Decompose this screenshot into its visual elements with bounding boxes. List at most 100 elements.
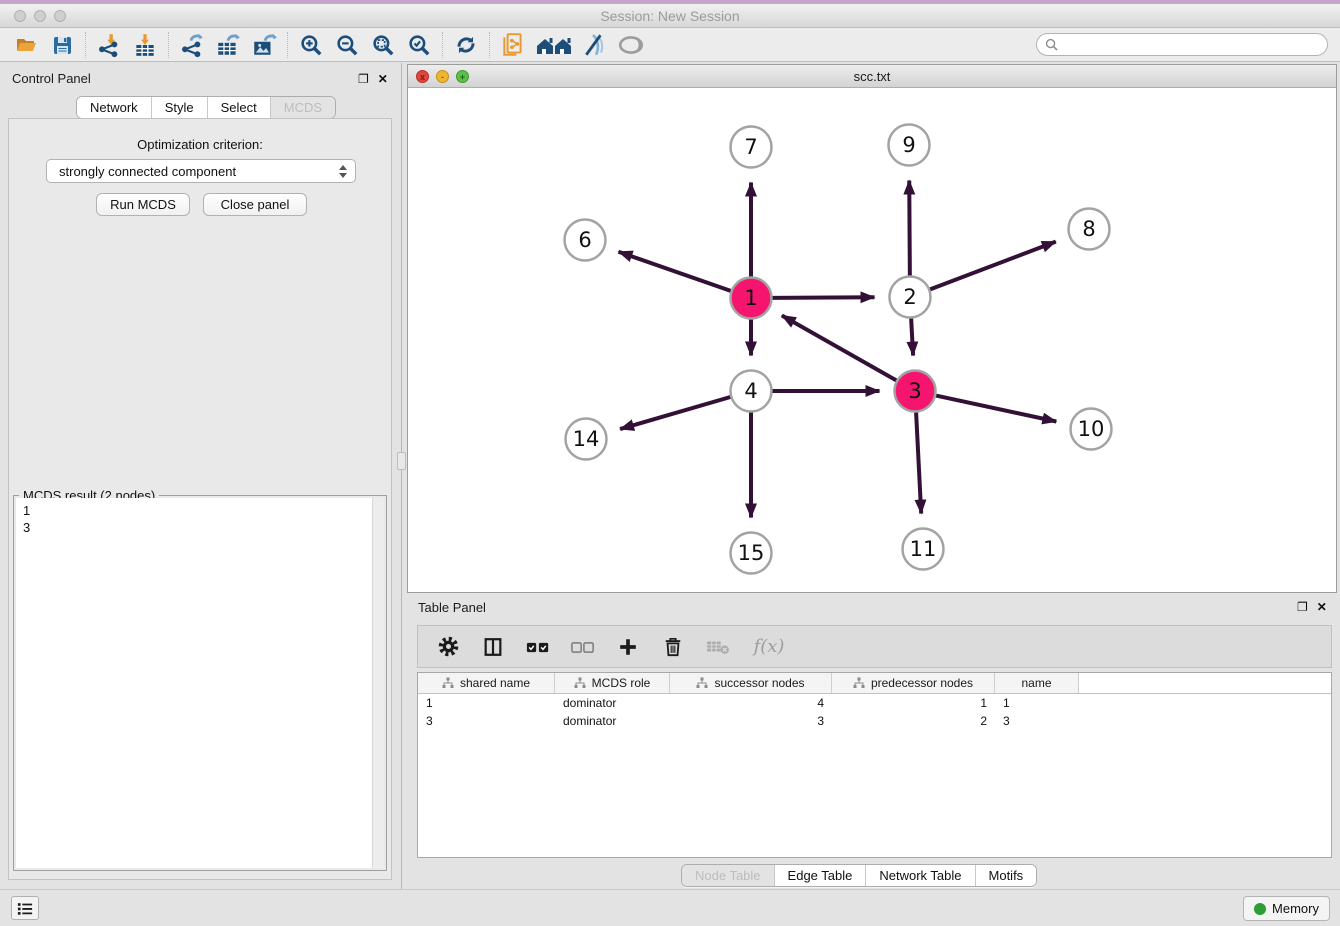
panel-divider[interactable] — [401, 63, 402, 889]
column-header-predecessor-nodes[interactable]: predecessor nodes — [832, 673, 995, 693]
table-panel-controls: ❐ ✕ — [1297, 601, 1327, 613]
graph-node-label: 9 — [902, 133, 915, 157]
zoom-in-icon[interactable] — [293, 30, 329, 60]
close-network-icon[interactable]: x — [416, 70, 429, 83]
delete-columns-icon[interactable] — [660, 634, 686, 660]
table-row[interactable]: 1dominator411 — [418, 696, 1331, 712]
table-row[interactable]: 3dominator323 — [418, 714, 1331, 730]
graph-edge-2-8[interactable] — [930, 242, 1056, 290]
column-label: MCDS role — [592, 676, 651, 690]
column-label: name — [1021, 676, 1051, 690]
panel-divider-handle[interactable] — [397, 452, 406, 470]
column-header-MCDS-role[interactable]: MCDS role — [555, 673, 670, 693]
apply-layout-icon[interactable] — [448, 30, 484, 60]
table-cell: 2 — [832, 714, 995, 730]
create-column-icon[interactable] — [615, 634, 641, 660]
network-window-titlebar[interactable]: x - + scc.txt — [408, 65, 1336, 88]
graph-edge-3-11[interactable] — [916, 412, 921, 513]
delete-table-icon[interactable] — [705, 634, 731, 660]
float-table-panel-icon[interactable]: ❐ — [1297, 601, 1308, 613]
column-label: predecessor nodes — [871, 676, 973, 690]
import-network-icon[interactable] — [91, 30, 127, 60]
minimize-network-icon[interactable]: - — [436, 70, 449, 83]
column-type-icon — [574, 677, 586, 689]
toolbar-separator — [168, 32, 169, 58]
tab-mcds[interactable]: MCDS — [270, 97, 335, 118]
criterion-dropdown[interactable]: strongly connected component — [46, 159, 356, 183]
network-view-window: x - + scc.txt 7968124314101511 — [407, 64, 1337, 593]
graph-node-label: 8 — [1082, 217, 1095, 241]
select-all-columns-icon[interactable] — [525, 634, 551, 660]
graph-node-label: 10 — [1078, 417, 1105, 441]
float-panel-icon[interactable]: ❐ — [358, 73, 369, 85]
graph-edge-4-14[interactable] — [620, 397, 730, 429]
table-panel-title: Table Panel — [418, 600, 486, 615]
node-table-body: 1dominator411 3dominator323 — [418, 696, 1331, 730]
graph-node-label: 6 — [578, 228, 591, 252]
export-table-icon[interactable] — [210, 30, 246, 60]
control-panel-tabs: NetworkStyleSelectMCDS — [76, 96, 336, 119]
table-options-gear-icon[interactable] — [435, 634, 461, 660]
tab-network-table[interactable]: Network Table — [865, 865, 974, 886]
hide-graphics-details-icon[interactable] — [577, 30, 613, 60]
save-session-icon[interactable] — [44, 30, 80, 60]
toolbar-separator — [442, 32, 443, 58]
export-image-icon[interactable] — [246, 30, 282, 60]
show-all-networks-icon[interactable] — [531, 30, 577, 60]
show-columns-icon[interactable] — [480, 634, 506, 660]
mcds-result-values: 1 3 — [23, 502, 30, 536]
unselect-all-columns-icon[interactable] — [570, 634, 596, 660]
graph-node-label: 4 — [744, 379, 757, 403]
graph-edge-2-3[interactable] — [911, 318, 913, 355]
zoom-network-icon[interactable]: + — [456, 70, 469, 83]
zoom-out-icon[interactable] — [329, 30, 365, 60]
zoom-fit-icon[interactable] — [365, 30, 401, 60]
toolbar-separator — [489, 32, 490, 58]
tab-edge-table[interactable]: Edge Table — [774, 865, 866, 886]
graph-node-label: 1 — [744, 286, 757, 310]
criterion-value: strongly connected component — [59, 164, 339, 179]
optimization-criterion-label: Optimization criterion: — [9, 137, 391, 152]
open-session-icon[interactable] — [8, 30, 44, 60]
import-table-icon[interactable] — [127, 30, 163, 60]
graph-node-label: 15 — [738, 541, 765, 565]
search-field[interactable] — [1036, 33, 1328, 56]
column-type-icon — [442, 677, 454, 689]
tab-style[interactable]: Style — [151, 97, 207, 118]
new-network-icon[interactable] — [495, 30, 531, 60]
search-input[interactable] — [1063, 38, 1319, 52]
network-canvas[interactable]: 7968124314101511 — [408, 89, 1336, 592]
table-toolbar: f(x) — [417, 625, 1332, 668]
column-header-shared-name[interactable]: shared name — [418, 673, 555, 693]
control-panel-title: Control Panel — [12, 71, 91, 86]
graph-edge-2-9[interactable] — [909, 180, 910, 275]
node-table[interactable]: shared name MCDS role successor nodes prede… — [417, 672, 1332, 858]
zoom-selected-icon[interactable] — [401, 30, 437, 60]
result-scrollbar[interactable] — [372, 498, 384, 868]
graph-node-label: 2 — [903, 285, 916, 309]
task-history-button[interactable] — [11, 896, 39, 920]
export-network-icon[interactable] — [174, 30, 210, 60]
graph-edge-3-10[interactable] — [936, 396, 1056, 422]
close-panel-icon[interactable]: ✕ — [378, 73, 388, 85]
tab-motifs[interactable]: Motifs — [975, 865, 1037, 886]
mcds-result-list[interactable]: 1 3 — [16, 498, 384, 868]
graph-node-label: 7 — [744, 135, 757, 159]
memory-button[interactable]: Memory — [1243, 896, 1330, 921]
run-mcds-button[interactable]: Run MCDS — [96, 193, 190, 216]
tab-network[interactable]: Network — [77, 97, 151, 118]
close-panel-button[interactable]: Close panel — [203, 193, 307, 216]
show-graphics-details-icon[interactable] — [613, 30, 649, 60]
column-header-name[interactable]: name — [995, 673, 1079, 693]
close-table-panel-icon[interactable]: ✕ — [1317, 601, 1327, 613]
toolbar-separator — [287, 32, 288, 58]
graph-edge-3-1[interactable] — [782, 316, 896, 381]
window-title: Session: New Session — [0, 8, 1340, 24]
column-header-successor-nodes[interactable]: successor nodes — [670, 673, 832, 693]
tab-node-table[interactable]: Node Table — [682, 865, 774, 886]
graph-node-label: 14 — [573, 427, 600, 451]
function-builder-icon[interactable]: f(x) — [750, 634, 788, 660]
graph-edge-1-2[interactable] — [772, 297, 874, 298]
graph-edge-1-6[interactable] — [619, 252, 731, 291]
tab-select[interactable]: Select — [207, 97, 270, 118]
